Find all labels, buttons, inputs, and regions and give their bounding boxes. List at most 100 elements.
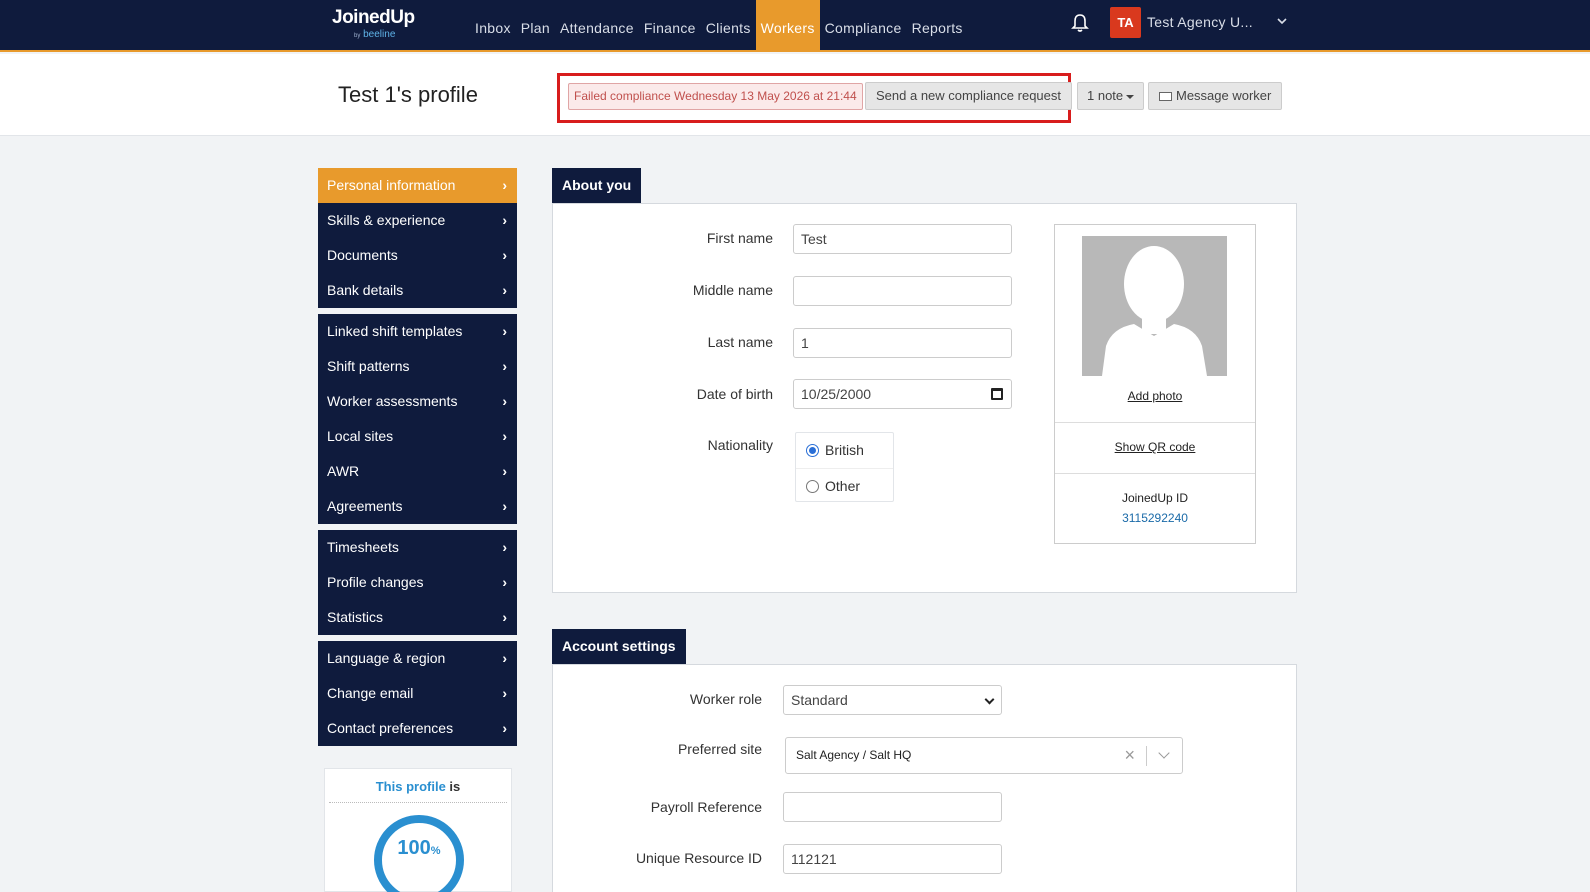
chevron-right-icon: › <box>502 609 507 625</box>
chevron-right-icon: › <box>502 282 507 298</box>
send-compliance-request-button[interactable]: Send a new compliance request <box>865 82 1073 110</box>
chevron-down-icon[interactable] <box>1158 747 1170 759</box>
this-profile-link[interactable]: This profile <box>376 779 446 794</box>
profile-header: Test 1's profile Failed compliance Wedne… <box>0 54 1590 136</box>
nationality-option-british[interactable]: British <box>796 433 893 468</box>
chevron-right-icon: › <box>502 498 507 514</box>
sidebar-item-awr[interactable]: AWR › <box>318 454 517 489</box>
sidebar-group-settings: Language & region › Change email › Contact… <box>318 641 517 746</box>
sidebar-group-records: Timesheets › Profile changes › Statistics › <box>318 530 517 635</box>
chevron-right-icon: › <box>502 539 507 555</box>
failed-compliance-badge: Failed compliance Wednesday 13 May 2026 … <box>568 83 863 110</box>
envelope-icon <box>1159 92 1172 102</box>
user-avatar[interactable]: TA <box>1110 7 1141 38</box>
select-separator <box>1146 746 1147 766</box>
sidebar-item-documents[interactable]: Documents › <box>318 238 517 273</box>
person-silhouette-icon <box>1102 246 1207 376</box>
chevron-right-icon: › <box>502 212 507 228</box>
last-name-label: Last name <box>707 334 773 350</box>
photo-card: Add photo Show QR code JoinedUp ID 31152… <box>1054 224 1256 544</box>
sidebar-item-contact-preferences[interactable]: Contact preferences › <box>318 711 517 746</box>
joinedup-logo[interactable]: JoinedUp by beeline <box>332 7 415 40</box>
message-worker-button[interactable]: Message worker <box>1148 82 1283 110</box>
last-name-input[interactable]: 1 <box>793 328 1012 358</box>
unique-resource-id-input[interactable]: 112121 <box>783 844 1002 874</box>
sidebar-item-personal-information[interactable]: Personal information › <box>318 168 517 203</box>
chevron-right-icon: › <box>502 323 507 339</box>
caret-down-icon <box>1126 94 1135 99</box>
logo-sub-text: by beeline <box>354 29 396 40</box>
radio-unchecked[interactable] <box>806 479 819 493</box>
notifications-bell-icon[interactable] <box>1071 13 1089 33</box>
date-of-birth-input[interactable]: 10/25/2000 <box>793 379 1012 409</box>
profile-completeness-title: This profile is <box>375 779 461 794</box>
message-worker-label: Message worker <box>1176 88 1272 103</box>
nationality-option-other[interactable]: Other <box>796 468 893 503</box>
nav-plan[interactable]: Plan <box>516 0 555 52</box>
preferred-site-select[interactable]: Salt Agency / Salt HQ × <box>785 737 1183 774</box>
nav-inbox[interactable]: Inbox <box>470 0 516 52</box>
sidebar-item-language-region[interactable]: Language & region › <box>318 641 517 676</box>
sidebar-item-skills-experience[interactable]: Skills & experience › <box>318 203 517 238</box>
notes-dropdown-button[interactable]: 1 note <box>1077 82 1145 110</box>
add-photo-link[interactable]: Add photo <box>1055 389 1255 403</box>
sidebar-group-personal: Personal information › Skills & experienc… <box>318 168 517 308</box>
sidebar-item-agreements[interactable]: Agreements › <box>318 489 517 524</box>
worker-role-value: Standard <box>791 692 848 708</box>
worker-role-select[interactable]: Standard <box>783 685 1002 715</box>
nationality-radio-group: British Other <box>795 432 894 502</box>
agency-name[interactable]: Test Agency U... <box>1147 14 1253 30</box>
chevron-right-icon: › <box>502 428 507 444</box>
chevron-right-icon: › <box>502 247 507 263</box>
nav-finance[interactable]: Finance <box>639 0 701 52</box>
top-navigation-bar: JoinedUp by beeline Inbox Plan Attendanc… <box>0 0 1590 52</box>
chevron-right-icon: › <box>502 463 507 479</box>
nav-attendance[interactable]: Attendance <box>555 0 639 52</box>
unique-resource-id-label: Unique Resource ID <box>635 850 762 866</box>
middle-name-input[interactable] <box>793 276 1012 306</box>
chevron-right-icon: › <box>502 720 507 736</box>
nav-reports[interactable]: Reports <box>907 0 968 52</box>
clear-icon[interactable]: × <box>1124 738 1135 773</box>
joinedup-id-label: JoinedUp ID <box>1121 491 1189 505</box>
preferred-site-value: Salt Agency / Salt HQ <box>796 748 912 762</box>
first-name-input[interactable]: Test <box>793 224 1012 254</box>
profile-completeness-card: This profile is 100% <box>324 768 512 892</box>
nav-compliance[interactable]: Compliance <box>820 0 907 52</box>
nav-clients[interactable]: Clients <box>701 0 756 52</box>
chevron-right-icon: › <box>502 177 507 193</box>
payroll-reference-label: Payroll Reference <box>650 799 762 815</box>
account-settings-tab: Account settings <box>552 629 686 670</box>
divider <box>1055 473 1255 474</box>
chevron-right-icon: › <box>502 358 507 374</box>
notes-label: 1 note <box>1087 88 1124 103</box>
first-name-label: First name <box>706 230 773 246</box>
sidebar-item-bank-details[interactable]: Bank details › <box>318 273 517 308</box>
calendar-icon[interactable] <box>991 388 1003 400</box>
sidebar-item-change-email[interactable]: Change email › <box>318 676 517 711</box>
page-title: Test 1's profile <box>338 82 478 107</box>
sidebar-item-statistics[interactable]: Statistics › <box>318 600 517 635</box>
date-of-birth-value: 10/25/2000 <box>801 386 872 402</box>
main-nav: Inbox Plan Attendance Finance Clients Wo… <box>470 0 968 52</box>
nav-workers[interactable]: Workers <box>755 0 820 52</box>
sidebar-item-worker-assessments[interactable]: Worker assessments › <box>318 384 517 419</box>
chevron-down-icon[interactable] <box>1277 16 1287 26</box>
sidebar-item-local-sites[interactable]: Local sites › <box>318 419 517 454</box>
profile-photo-placeholder <box>1082 236 1227 376</box>
middle-name-label: Middle name <box>692 282 773 298</box>
chevron-down-icon <box>984 694 995 705</box>
sidebar-item-timesheets[interactable]: Timesheets › <box>318 530 517 565</box>
joinedup-id-value: 3115292240 <box>1122 511 1188 525</box>
show-qr-code-link[interactable]: Show QR code <box>1055 440 1255 454</box>
chevron-right-icon: › <box>502 574 507 590</box>
radio-checked[interactable] <box>806 443 819 457</box>
dotted-divider <box>329 802 507 803</box>
sidebar-item-profile-changes[interactable]: Profile changes › <box>318 565 517 600</box>
sidebar-item-shift-patterns[interactable]: Shift patterns › <box>318 349 517 384</box>
sidebar-item-linked-shift-templates[interactable]: Linked shift templates › <box>318 314 517 349</box>
sidebar-group-work: Linked shift templates › Shift patterns › … <box>318 314 517 524</box>
profile-sidebar: Personal information › Skills & experienc… <box>318 168 517 752</box>
payroll-reference-input[interactable] <box>783 792 1002 822</box>
worker-role-label: Worker role <box>689 691 762 707</box>
